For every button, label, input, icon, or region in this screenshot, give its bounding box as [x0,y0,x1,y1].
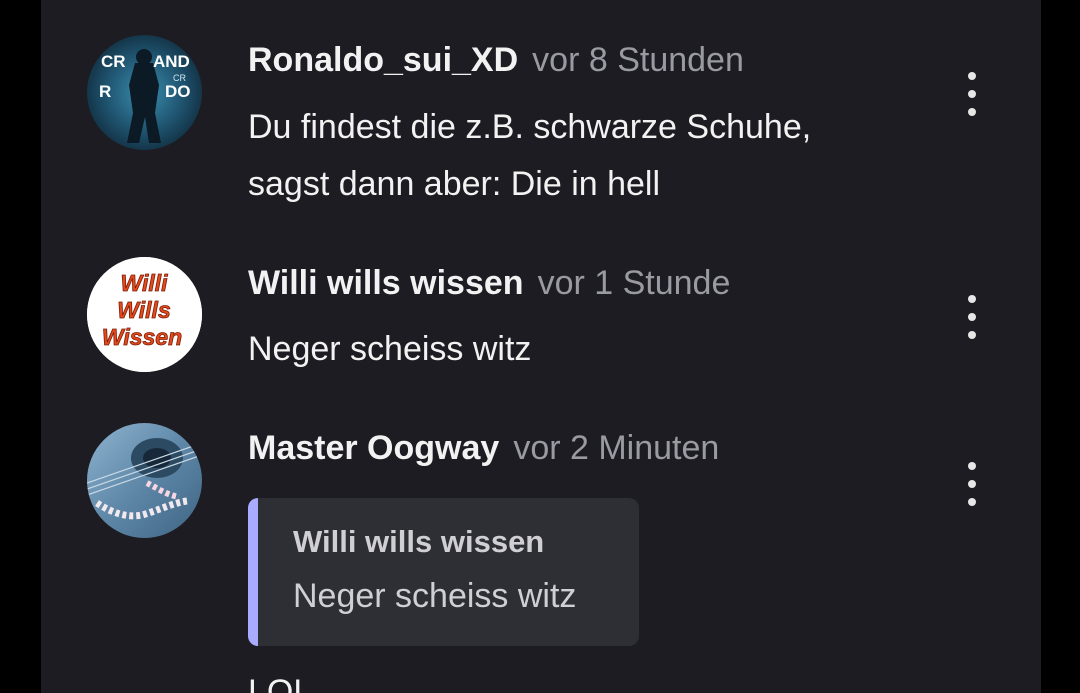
quote-accent-bar [248,498,258,646]
more-vertical-icon [968,480,976,488]
guitar-photo-avatar-icon [87,423,202,538]
comment-header: Master Oogway vor 2 Minuten [248,428,719,468]
avatar[interactable] [87,423,202,538]
comment-item: Master Oogway vor 2 Minuten Willi wills w… [41,0,1041,693]
username[interactable]: Master Oogway [248,429,499,467]
quote-text: Neger scheiss witz [293,577,577,615]
quoted-comment[interactable]: Willi wills wissen Neger scheiss witz [248,498,639,646]
more-vertical-icon [968,462,976,470]
quote-author: Willi wills wissen [293,524,545,559]
timestamp: vor 2 Minuten [513,429,720,467]
comment-thread: CR AND R DO CR Ronaldo_sui_XD vor 8 Stund… [41,0,1041,693]
more-options-button[interactable] [959,462,985,506]
comment-text: LOL [248,673,313,693]
more-vertical-icon [968,498,976,506]
